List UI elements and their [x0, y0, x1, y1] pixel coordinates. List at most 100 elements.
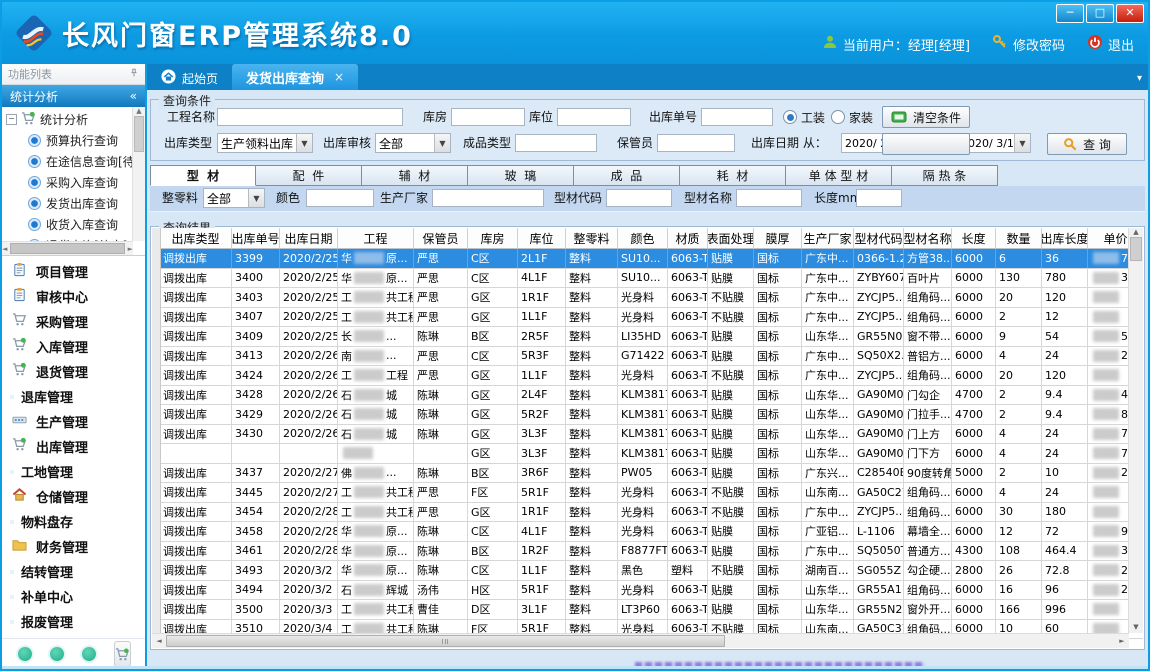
- clear-conditions-button[interactable]: 清空条件: [882, 106, 970, 128]
- column-header[interactable]: 出库单号: [232, 228, 280, 248]
- tree-item[interactable]: 预算执行查询: [6, 130, 145, 151]
- column-header[interactable]: 工程: [338, 228, 414, 248]
- column-header[interactable]: 长度: [952, 228, 996, 248]
- column-header[interactable]: 库位: [518, 228, 566, 248]
- table-row[interactable]: 调拨出库34132020/2/26南...严思C区5R3F整料G71422606…: [160, 347, 1143, 367]
- cart-shortcut-button[interactable]: [114, 641, 131, 667]
- tab-close-icon[interactable]: ×: [334, 70, 344, 84]
- keeper-input[interactable]: [657, 134, 735, 152]
- column-header[interactable]: 颜色: [618, 228, 668, 248]
- tree-vertical-scrollbar[interactable]: ▲: [132, 107, 145, 241]
- column-header[interactable]: 生产厂家: [802, 228, 854, 248]
- sidebar-section-statistics[interactable]: 统计分析 «: [2, 85, 145, 107]
- column-header[interactable]: 库房: [468, 228, 518, 248]
- logout-button[interactable]: 退出: [1087, 34, 1134, 54]
- table-row[interactable]: 调拨出库34542020/2/28工共工程严思G区1R1F整料光身料6063-T…: [160, 503, 1143, 523]
- project-name-input[interactable]: [217, 108, 403, 126]
- sidebar-item-报废管理[interactable]: 报废管理: [2, 609, 145, 634]
- table-row[interactable]: 调拨出库34372020/2/27佛...陈琳B区3R6F整料PW056063-…: [160, 464, 1143, 484]
- product-type-input[interactable]: [515, 134, 597, 152]
- sidebar-item-补单中心[interactable]: 补单中心: [2, 584, 145, 609]
- sidebar-item-退库管理[interactable]: 退库管理: [2, 384, 145, 409]
- sidebar-item-入库管理[interactable]: 入库管理: [2, 334, 145, 359]
- column-header[interactable]: 出库类型: [160, 228, 232, 248]
- search-button[interactable]: 查 询: [1047, 133, 1127, 155]
- tree-root-statistics[interactable]: −统计分析: [6, 109, 145, 130]
- material-tab[interactable]: 玻 璃: [468, 165, 574, 186]
- table-row[interactable]: 调拨出库34242020/2/26工工程严思G区1L1F整料光身料6063-T5…: [160, 366, 1143, 386]
- material-tab[interactable]: 配 件: [256, 165, 362, 186]
- sidebar-item-物料盘存[interactable]: 物料盘存: [2, 509, 145, 534]
- table-row[interactable]: 调拨出库34932020/3/2华原...陈琳C区1L1F整料黑色塑料不贴膜国标…: [160, 561, 1143, 581]
- table-row[interactable]: 调拨出库34612020/2/28华原...陈琳B区1R2F整料F8877FT6…: [160, 542, 1143, 562]
- pin-icon[interactable]: [129, 68, 139, 81]
- sidebar-item-退货管理[interactable]: 退货管理: [2, 359, 145, 384]
- length-input[interactable]: [856, 189, 902, 207]
- table-row[interactable]: 调拨出库33992020/2/25华原...严思C区2L1F整料SU10...6…: [160, 249, 1143, 269]
- material-tab[interactable]: 耗 材: [680, 165, 786, 186]
- table-row[interactable]: 调拨出库35002020/3/3工共工程曹佳D区3L1F整料LT3P606063…: [160, 600, 1143, 620]
- sidebar-item-结转管理[interactable]: 结转管理: [2, 559, 145, 584]
- sidebar-item-出库管理[interactable]: 出库管理: [2, 434, 145, 459]
- tree-item[interactable]: 收货入库查询: [6, 214, 145, 235]
- color-input[interactable]: [306, 189, 374, 207]
- sidebar-item-仓储管理[interactable]: 仓储管理: [2, 484, 145, 509]
- manufacturer-input[interactable]: [432, 189, 544, 207]
- minimize-button[interactable]: ─: [1056, 4, 1084, 23]
- change-password-button[interactable]: 修改密码: [992, 34, 1065, 54]
- table-row[interactable]: 调拨出库34072020/2/25工共工程严思G区1L1F整料光身料6063-T…: [160, 308, 1143, 328]
- tree-horizontal-scrollbar[interactable]: ◄►: [2, 241, 133, 255]
- sidebar-item-生产管理[interactable]: 生产管理: [2, 409, 145, 434]
- table-row[interactable]: 调拨出库34002020/2/25华原...严思C区4L1F整料SU10...6…: [160, 269, 1143, 289]
- sidebar-item-项目管理[interactable]: 项目管理: [2, 259, 145, 284]
- column-header[interactable]: 保管员: [414, 228, 468, 248]
- tree-collapse-icon[interactable]: −: [6, 114, 17, 125]
- radio-work-clothing[interactable]: 工装: [783, 107, 825, 127]
- table-row[interactable]: 调拨出库34302020/2/26石城陈琳G区3L3F整料KLM38176063…: [160, 425, 1143, 445]
- column-header[interactable]: 表面处理: [708, 228, 754, 248]
- column-header[interactable]: 型材代码: [854, 228, 904, 248]
- tree-item[interactable]: 在途信息查询[待: [6, 151, 145, 172]
- tree-item[interactable]: 采购入库查询: [6, 172, 145, 193]
- maximize-button[interactable]: □: [1086, 4, 1114, 23]
- nav-shortcut-icon[interactable]: [50, 647, 64, 661]
- table-row[interactable]: 调拨出库34942020/3/2石辉城汤伟H区5R1F整料光身料6063-T5贴…: [160, 581, 1143, 601]
- column-header[interactable]: 膜厚: [754, 228, 802, 248]
- out-type-select[interactable]: 生产领料出库▼: [217, 133, 313, 153]
- profile-code-input[interactable]: [606, 189, 672, 207]
- column-header[interactable]: 整零料: [566, 228, 618, 248]
- sidebar-item-财务管理[interactable]: 财务管理: [2, 534, 145, 559]
- table-row[interactable]: 调拨出库34282020/2/26石城陈琳G区2L4F整料KLM38176063…: [160, 386, 1143, 406]
- collapse-icon[interactable]: «: [130, 89, 137, 103]
- whole-part-select[interactable]: 全部▼: [203, 188, 265, 208]
- tab-overflow-icon[interactable]: ▾: [1137, 73, 1142, 84]
- warehouse-input[interactable]: [451, 108, 525, 126]
- table-row[interactable]: 调拨出库34582020/2/28华原...陈琳C区4L1F整料光身料6063-…: [160, 522, 1143, 542]
- search-button[interactable]: [882, 133, 970, 155]
- column-header[interactable]: 出库长度: [1042, 228, 1088, 248]
- order-no-input[interactable]: [701, 108, 773, 126]
- radio-home-clothing[interactable]: 家装: [831, 107, 873, 127]
- sidebar-item-工地管理[interactable]: 工地管理: [2, 459, 145, 484]
- close-button[interactable]: ✕: [1116, 4, 1144, 23]
- table-row[interactable]: G区3L3F整料KLM38176063-T5贴膜国标山东华...GA90M09.…: [160, 444, 1143, 464]
- nav-shortcut-icon[interactable]: [82, 647, 96, 661]
- profile-name-input[interactable]: [736, 189, 802, 207]
- grid-vertical-scrollbar[interactable]: ▲▼: [1128, 228, 1143, 633]
- material-tab[interactable]: 隔 热 条: [892, 165, 998, 186]
- material-tab[interactable]: 辅 材: [362, 165, 468, 186]
- tab-shipping-outbound-query[interactable]: 发货出库查询 ×: [232, 64, 358, 90]
- material-tab[interactable]: 型 材: [150, 165, 256, 186]
- grid-horizontal-scrollbar[interactable]: ◄►: [152, 633, 1129, 648]
- table-row[interactable]: 调拨出库34032020/2/25工共工程严思G区1R1F整料光身料6063-T…: [160, 288, 1143, 308]
- tree-item[interactable]: 发货出库查询: [6, 193, 145, 214]
- table-row[interactable]: 调拨出库34292020/2/26石城陈琳G区5R2F整料KLM38176063…: [160, 405, 1143, 425]
- audit-select[interactable]: 全部▼: [375, 133, 451, 153]
- nav-shortcut-icon[interactable]: [18, 647, 32, 661]
- column-header[interactable]: 出库日期: [280, 228, 338, 248]
- table-row[interactable]: 调拨出库34092020/2/25长...陈琳B区2R5F整料LI35HD606…: [160, 327, 1143, 347]
- location-input[interactable]: [557, 108, 631, 126]
- column-header[interactable]: 型材名称: [904, 228, 952, 248]
- sidebar-item-审核中心[interactable]: 审核中心: [2, 284, 145, 309]
- column-header[interactable]: 材质: [668, 228, 708, 248]
